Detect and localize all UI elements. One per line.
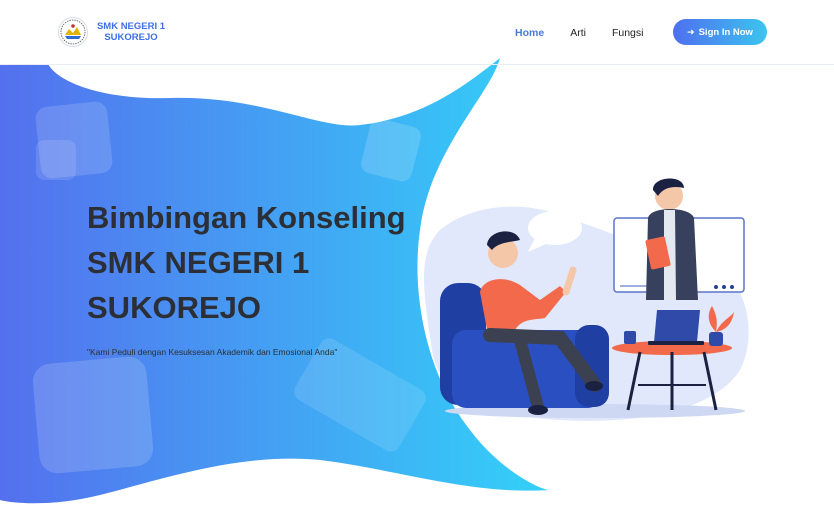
nav-home-link[interactable]: Home bbox=[515, 27, 544, 39]
hero-title-line-1: Bimbingan Konseling bbox=[87, 200, 406, 235]
nav-arti-link[interactable]: Arti bbox=[570, 27, 586, 39]
nav-fungsi-link[interactable]: Fungsi bbox=[612, 27, 644, 39]
hero-subtitle: "Kami Peduli dengan Kesuksesan Akademik … bbox=[87, 347, 338, 357]
hero-title-line-2: SMK NEGERI 1 bbox=[87, 245, 310, 280]
nav-links: Home Arti Fungsi bbox=[515, 27, 669, 39]
sign-in-label: Sign In Now bbox=[698, 26, 753, 38]
hero-title: Bimbingan Konseling SMK NEGERI 1 SUKOREJ… bbox=[87, 195, 417, 330]
page: SMK NEGERI 1 SUKOREJO Home Arti Fungsi ➜… bbox=[0, 0, 834, 520]
brand-name: SMK NEGERI 1 SUKOREJO bbox=[95, 21, 167, 43]
hero-title-line-3: SUKOREJO bbox=[87, 290, 261, 325]
brand[interactable]: SMK NEGERI 1 SUKOREJO bbox=[58, 17, 167, 47]
sign-in-icon: ➜ bbox=[687, 26, 695, 37]
brand-line-2: SUKOREJO bbox=[104, 32, 158, 43]
brand-line-1: SMK NEGERI 1 bbox=[96, 21, 166, 32]
sign-in-button[interactable]: ➜ Sign In Now bbox=[673, 19, 767, 45]
school-emblem-icon bbox=[58, 17, 88, 47]
navbar: SMK NEGERI 1 SUKOREJO Home Arti Fungsi ➜… bbox=[0, 0, 834, 65]
